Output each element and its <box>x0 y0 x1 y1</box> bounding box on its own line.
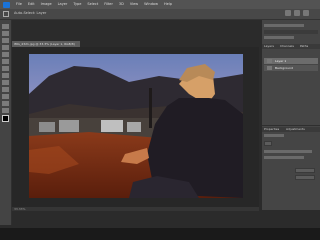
menu-3d[interactable]: 3D <box>119 0 124 9</box>
panel-divider <box>262 125 320 126</box>
menu-help[interactable]: Help <box>164 0 172 9</box>
menu-filter[interactable]: Filter <box>104 0 113 9</box>
properties-row <box>264 134 284 137</box>
tools-panel <box>0 20 12 225</box>
properties-panel-tabs: Properties Adjustments <box>262 127 320 132</box>
layer-thumbnail <box>267 59 272 63</box>
taskbar <box>0 228 320 240</box>
layer-thumbnail <box>267 66 272 70</box>
gradient-tool-icon[interactable] <box>2 94 9 99</box>
menu-window[interactable]: Window <box>144 0 158 9</box>
zoom-readout[interactable]: 33.33% <box>14 207 25 211</box>
brush-tool-icon[interactable] <box>2 73 9 78</box>
move-tool-icon[interactable] <box>2 24 9 29</box>
healing-brush-tool-icon[interactable] <box>2 66 9 71</box>
tab-properties[interactable]: Properties <box>264 127 279 131</box>
layers-panel-tabs: Layers Channels Paths <box>262 44 320 49</box>
status-bar: 33.33% <box>12 207 259 211</box>
photo-canvas[interactable] <box>29 54 243 198</box>
menu-layer[interactable]: Layer <box>58 0 68 9</box>
menu-image[interactable]: Image <box>41 0 52 9</box>
tab-adjustments[interactable]: Adjustments <box>286 127 305 131</box>
eyedropper-tool-icon[interactable] <box>2 59 9 64</box>
menu-type[interactable]: Type <box>73 0 81 9</box>
tab-layers[interactable]: Layers <box>264 44 274 48</box>
properties-row <box>264 150 312 153</box>
properties-button[interactable] <box>295 168 315 173</box>
menu-edit[interactable]: Edit <box>28 0 35 9</box>
menu-view[interactable]: View <box>130 0 138 9</box>
panel-search-field[interactable] <box>264 30 318 34</box>
menu-bar: File Edit Image Layer Type Select Filter… <box>0 0 320 9</box>
options-bar: Auto-Select: Layer <box>0 9 320 20</box>
search-icon[interactable] <box>285 10 291 16</box>
document-title: IMG_4321.jpg @ 33.3% (Layer 1, RGB/8) <box>14 42 75 46</box>
share-icon[interactable] <box>303 10 309 16</box>
crop-tool-icon[interactable] <box>2 52 9 57</box>
workspace-icon[interactable] <box>294 10 300 16</box>
layer-name: Layer 1 <box>275 59 287 63</box>
layer-row[interactable]: Layer 1 <box>264 58 318 64</box>
text-tool-icon[interactable] <box>2 101 9 106</box>
eraser-tool-icon[interactable] <box>2 87 9 92</box>
properties-row <box>264 156 304 159</box>
quick-select-tool-icon[interactable] <box>2 45 9 50</box>
photoshop-logo-icon <box>3 1 10 8</box>
menu-select[interactable]: Select <box>87 0 98 9</box>
menu-file[interactable]: File <box>16 0 22 9</box>
photo-image <box>29 54 243 198</box>
hand-tool-icon[interactable] <box>2 108 9 113</box>
panel-header <box>264 24 304 27</box>
tab-channels[interactable]: Channels <box>280 44 294 48</box>
lasso-tool-icon[interactable] <box>2 38 9 43</box>
properties-button[interactable] <box>264 141 272 146</box>
layer-name: Background <box>275 66 293 70</box>
marquee-tool-icon[interactable] <box>2 31 9 36</box>
properties-button[interactable] <box>295 175 315 180</box>
move-tool-icon[interactable] <box>3 11 9 17</box>
clone-stamp-tool-icon[interactable] <box>2 80 9 85</box>
foreground-color-swatch[interactable] <box>2 115 9 122</box>
tab-paths[interactable]: Paths <box>300 44 308 48</box>
layer-row[interactable]: Background <box>264 65 318 71</box>
auto-select-option[interactable]: Auto-Select: Layer <box>14 11 46 15</box>
blend-mode-select[interactable] <box>264 36 294 39</box>
